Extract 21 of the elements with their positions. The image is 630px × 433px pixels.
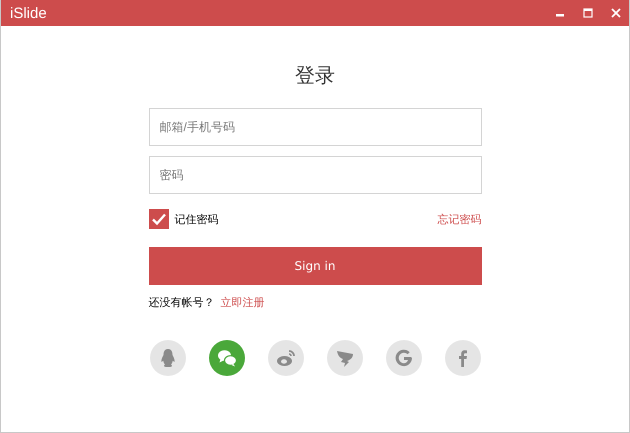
social-login-button[interactable] (444, 340, 480, 376)
social-login-button[interactable] (268, 340, 304, 376)
close-icon[interactable] (611, 8, 621, 18)
input-field[interactable]: 密码 (148, 156, 482, 194)
forgot-password-link[interactable]: 忘记密码 (438, 212, 482, 226)
login-heading: 登录 (295, 62, 335, 88)
social-login-button[interactable] (386, 340, 422, 376)
eye-icon (274, 347, 296, 369)
input-field[interactable]: 邮箱/手机号码 (148, 108, 482, 146)
remember-label: 记住密码 (174, 212, 218, 226)
register-link[interactable]: 立即注册 (220, 295, 264, 310)
g-letter-icon (392, 347, 414, 369)
maximize-icon[interactable] (583, 8, 593, 18)
checkbox[interactable] (148, 209, 168, 229)
window-title: iSlide (10, 4, 47, 22)
register-prompt: 还没有帐号？ (148, 295, 214, 310)
sign-in-button[interactable]: Sign in (148, 247, 482, 285)
wechat-button[interactable] (208, 340, 244, 376)
social-login-button[interactable] (150, 340, 186, 376)
chat-bubbles-icon (216, 347, 238, 369)
social-login-button[interactable] (326, 340, 362, 376)
